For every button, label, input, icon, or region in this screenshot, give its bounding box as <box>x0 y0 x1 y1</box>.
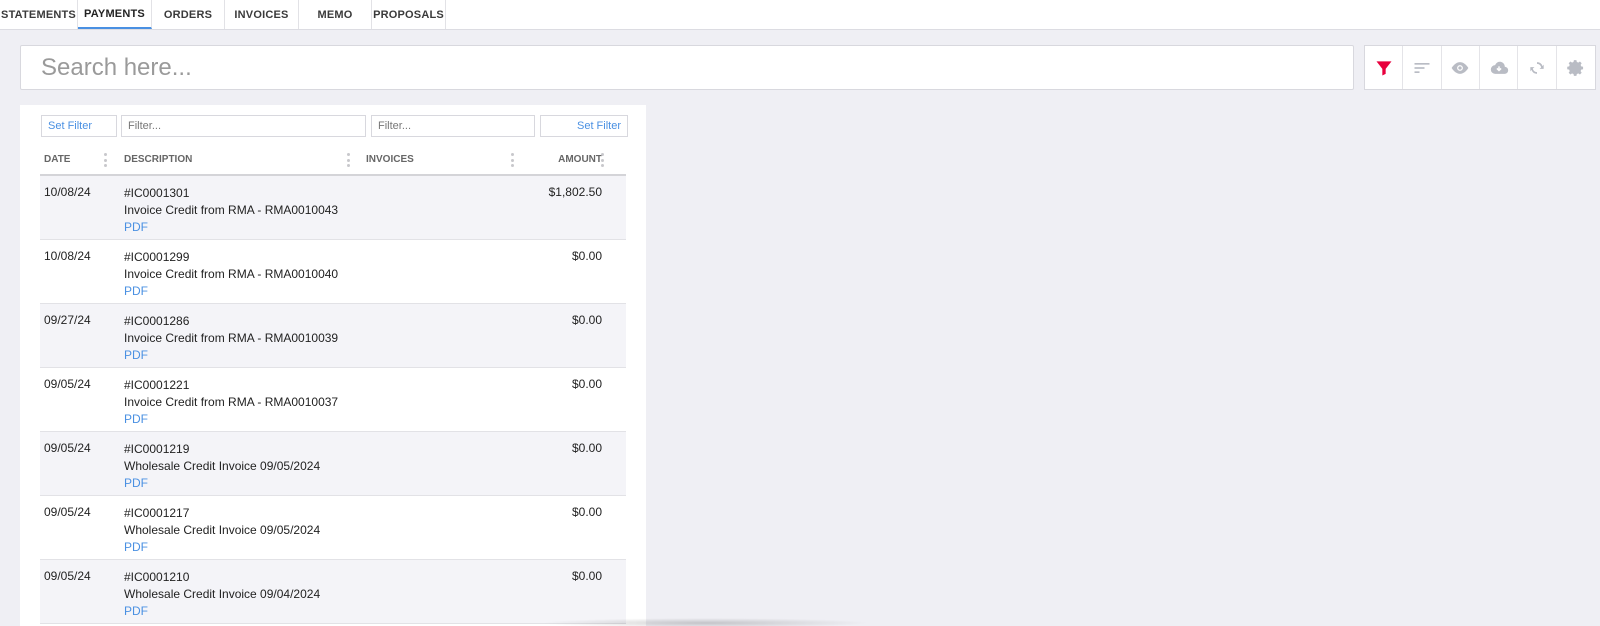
credit-number: #IC0001217 <box>124 506 190 520</box>
filter-button[interactable] <box>1365 46 1404 89</box>
sort-icon <box>1414 62 1430 73</box>
credit-description: Invoice Credit from RMA - RMA0010037 <box>124 395 339 409</box>
column-header-date[interactable]: DATE <box>40 145 110 174</box>
amount-cell: $0.00 <box>571 313 602 327</box>
pdf-link[interactable]: PDF <box>124 603 320 620</box>
tab-statements[interactable]: STATEMENTS <box>0 0 78 29</box>
filter-row: Set Filter Set Filter <box>40 115 628 139</box>
view-button[interactable] <box>1442 46 1480 89</box>
cloud-download-icon <box>1490 61 1508 74</box>
grid-body: 10/08/24 #IC0001301 Invoice Credit from … <box>40 176 626 624</box>
amount-cell: $0.00 <box>571 569 602 583</box>
filter-icon <box>1376 60 1392 75</box>
pdf-link[interactable]: PDF <box>124 219 338 236</box>
pdf-link[interactable]: PDF <box>124 475 320 492</box>
column-menu-icon[interactable] <box>103 153 107 167</box>
date-set-filter-button[interactable]: Set Filter <box>41 115 117 137</box>
table-row[interactable]: 09/05/24 #IC0001217 Wholesale Credit Inv… <box>40 496 626 560</box>
credit-description: Wholesale Credit Invoice 09/05/2024 <box>124 459 321 473</box>
column-menu-icon[interactable] <box>600 153 604 167</box>
credit-description: Wholesale Credit Invoice 09/04/2024 <box>124 587 321 601</box>
description-cell: #IC0001286 Invoice Credit from RMA - RMA… <box>124 313 338 364</box>
tab-invoices[interactable]: INVOICES <box>225 0 299 29</box>
pdf-link[interactable]: PDF <box>124 347 338 364</box>
grid-toolbar <box>1364 45 1596 90</box>
date-cell: 09/05/24 <box>44 569 91 583</box>
settings-button[interactable] <box>1557 46 1595 89</box>
credit-number: #IC0001210 <box>124 570 190 584</box>
table-row[interactable]: 09/05/24 #IC0001221 Invoice Credit from … <box>40 368 626 432</box>
date-cell: 10/08/24 <box>44 249 91 263</box>
amount-cell: $0.00 <box>571 505 602 519</box>
amount-cell: $0.00 <box>571 249 602 263</box>
tab-memo[interactable]: MEMO <box>299 0 372 29</box>
amount-cell: $0.00 <box>571 377 602 391</box>
description-cell: #IC0001301 Invoice Credit from RMA - RMA… <box>124 185 338 236</box>
sync-icon <box>1530 61 1544 74</box>
tab-proposals[interactable]: PROPOSALS <box>372 0 446 29</box>
column-header-description[interactable]: DESCRIPTION <box>120 145 340 174</box>
credit-number: #IC0001219 <box>124 442 190 456</box>
table-row[interactable]: 10/08/24 #IC0001301 Invoice Credit from … <box>40 176 626 240</box>
date-cell: 10/08/24 <box>44 185 91 199</box>
description-filter-input[interactable] <box>122 116 365 136</box>
refresh-button[interactable] <box>1518 46 1557 89</box>
table-row[interactable]: 09/05/24 #IC0001210 Wholesale Credit Inv… <box>40 560 626 624</box>
pdf-link[interactable]: PDF <box>124 283 338 300</box>
table-row[interactable]: 09/27/24 #IC0001286 Invoice Credit from … <box>40 304 626 368</box>
date-cell: 09/05/24 <box>44 505 91 519</box>
credit-number: #IC0001299 <box>124 250 190 264</box>
amount-set-filter-button[interactable]: Set Filter <box>540 115 628 137</box>
column-menu-icon[interactable] <box>510 153 514 167</box>
column-header-date-label: DATE <box>44 154 71 165</box>
column-menu-icon[interactable] <box>346 153 350 167</box>
tab-orders[interactable]: ORDERS <box>152 0 225 29</box>
credit-description: Invoice Credit from RMA - RMA0010043 <box>124 203 339 217</box>
payments-grid-panel: Set Filter Set Filter DATE DESCRIPTION I… <box>20 105 646 626</box>
credit-description: Invoice Credit from RMA - RMA0010040 <box>124 267 339 281</box>
horizontal-scroll-shadow <box>540 618 870 626</box>
invoices-filter <box>371 115 535 137</box>
description-cell: #IC0001210 Wholesale Credit Invoice 09/0… <box>124 569 320 620</box>
credit-number: #IC0001301 <box>124 186 190 200</box>
pdf-link[interactable]: PDF <box>124 411 338 428</box>
search-input[interactable] <box>21 46 1353 89</box>
table-row[interactable]: 09/05/24 #IC0001219 Wholesale Credit Inv… <box>40 432 626 496</box>
credit-number: #IC0001286 <box>124 314 190 328</box>
grid-header: DATE DESCRIPTION INVOICES AMOUNT <box>40 145 626 176</box>
eye-icon <box>1451 61 1469 74</box>
credit-number: #IC0001221 <box>124 378 190 392</box>
column-header-invoices-label: INVOICES <box>366 154 414 165</box>
description-cell: #IC0001217 Wholesale Credit Invoice 09/0… <box>124 505 320 556</box>
column-header-description-label: DESCRIPTION <box>124 154 193 165</box>
credit-description: Wholesale Credit Invoice 09/05/2024 <box>124 523 321 537</box>
payments-grid: DATE DESCRIPTION INVOICES AMOUNT 10/08/2… <box>40 145 626 624</box>
credit-description: Invoice Credit from RMA - RMA0010039 <box>124 331 339 345</box>
tab-bar: STATEMENTS PAYMENTS ORDERS INVOICES MEMO… <box>0 0 1600 30</box>
date-cell: 09/05/24 <box>44 441 91 455</box>
amount-cell: $0.00 <box>571 441 602 455</box>
invoices-filter-input[interactable] <box>372 116 534 136</box>
sort-button[interactable] <box>1403 46 1442 89</box>
table-row[interactable]: 10/08/24 #IC0001299 Invoice Credit from … <box>40 240 626 304</box>
download-button[interactable] <box>1480 46 1519 89</box>
pdf-link[interactable]: PDF <box>124 539 320 556</box>
description-filter <box>121 115 366 137</box>
search-box <box>20 45 1354 90</box>
column-header-amount-label: AMOUNT <box>558 154 602 165</box>
date-cell: 09/05/24 <box>44 377 91 391</box>
gear-icon <box>1567 59 1583 76</box>
column-header-invoices[interactable]: INVOICES <box>362 145 502 174</box>
description-cell: #IC0001219 Wholesale Credit Invoice 09/0… <box>124 441 320 492</box>
amount-cell: $1,802.50 <box>548 185 602 199</box>
date-cell: 09/27/24 <box>44 313 91 327</box>
description-cell: #IC0001221 Invoice Credit from RMA - RMA… <box>124 377 338 428</box>
tab-payments[interactable]: PAYMENTS <box>78 0 152 29</box>
column-header-amount[interactable]: AMOUNT <box>520 145 602 174</box>
description-cell: #IC0001299 Invoice Credit from RMA - RMA… <box>124 249 338 300</box>
